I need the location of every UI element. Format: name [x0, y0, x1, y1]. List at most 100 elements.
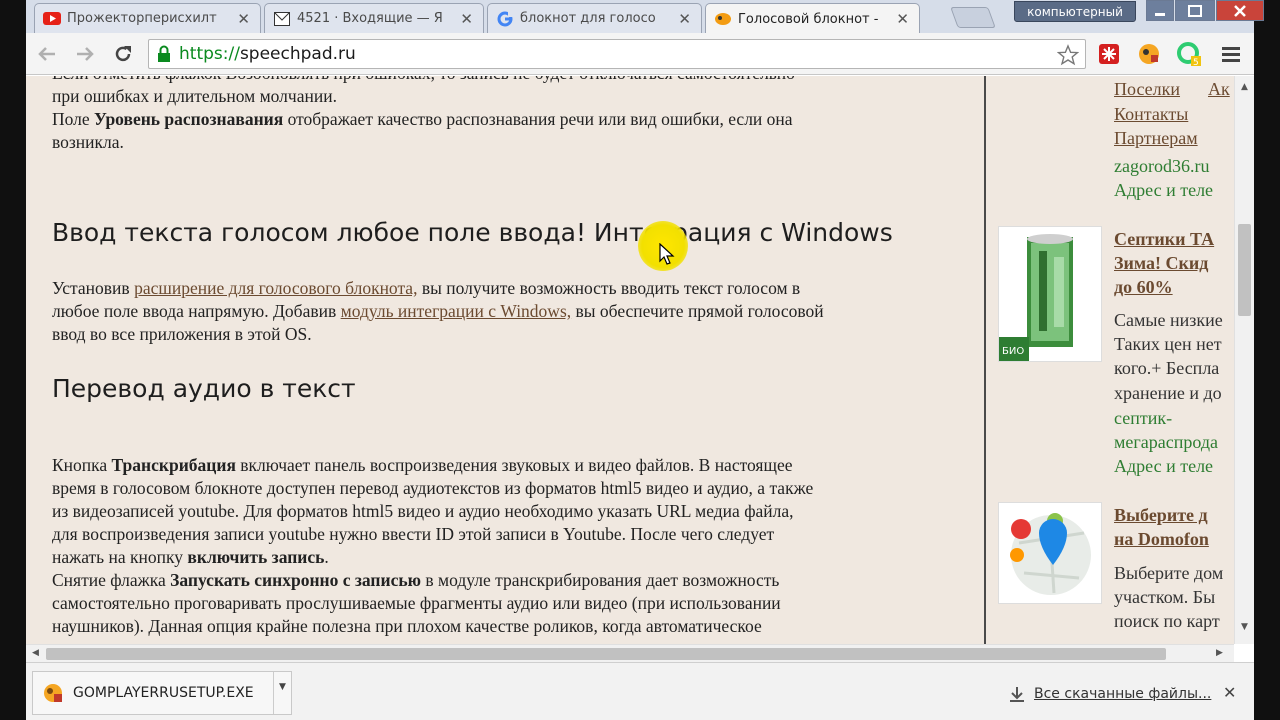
close-icon[interactable]: ✕	[896, 10, 909, 28]
text-span: Поле	[52, 109, 95, 129]
menu-icon[interactable]	[1218, 41, 1244, 67]
ad1-text: кого.+ Беспла	[1114, 358, 1220, 378]
bookmark-star-icon[interactable]	[1056, 44, 1080, 70]
bold-term: Уровень распознавания	[94, 109, 284, 129]
extension-red-puzzle-icon[interactable]	[1096, 41, 1122, 67]
ad1-title[interactable]: до 60%	[1114, 275, 1173, 299]
sidebar-link-ak[interactable]: Ак	[1208, 77, 1230, 101]
heading-integration: Ввод текста голосом любое поле ввода! Ин…	[52, 218, 893, 247]
ad1-address-link[interactable]: Адрес и теле	[1114, 454, 1213, 478]
download-arrow-icon	[1010, 687, 1024, 702]
scroll-right-icon[interactable]: ▶	[1216, 648, 1223, 658]
sidebar-link-partners[interactable]: Партнерам	[1114, 126, 1198, 150]
tab-speechpad[interactable]: Голосовой блокнот - ✕	[705, 3, 920, 34]
tab-google[interactable]: блокнот для голосо ✕	[487, 3, 702, 33]
ad1-domain[interactable]: мегараспрода	[1114, 430, 1218, 454]
bold-term: Запускать синхронно с записью	[170, 570, 421, 590]
address-bar[interactable]: https://speechpad.ru	[148, 39, 1086, 69]
map-pin-icon	[999, 503, 1101, 603]
close-icon[interactable]: ✕	[237, 10, 250, 28]
text-span: включает панель воспроизведения звуковых…	[235, 455, 793, 475]
installer-file-icon	[33, 682, 73, 704]
profile-button[interactable]: компьютерный	[1014, 1, 1136, 22]
download-file-name: GOMPLAYERRUSETUP.EXE	[73, 685, 254, 701]
text-span: вы обеспечите прямой голосовой	[571, 301, 824, 321]
mouse-cursor-icon	[659, 243, 675, 265]
ad-domain[interactable]: zagorod36.ru	[1114, 154, 1209, 178]
speechpad-icon	[714, 11, 732, 27]
reload-button[interactable]	[110, 41, 136, 67]
ad2-title[interactable]: Выберите д	[1114, 503, 1208, 527]
paragraph-transcription: Кнопка Транскрибация включает панель вос…	[52, 454, 972, 638]
mail-icon	[273, 11, 291, 27]
ad1-title[interactable]: Зима! Скид	[1114, 251, 1208, 275]
text-span: нажать на кнопку	[52, 547, 188, 567]
sidebar: Поселки Ак Контакты Партнерам zagorod36.…	[986, 76, 1238, 644]
ad1-domain[interactable]: септик-	[1114, 406, 1172, 430]
minimize-button[interactable]	[1146, 0, 1174, 21]
text-span: Снятие флажка	[52, 570, 171, 590]
ad1-text: Самые низкие	[1114, 310, 1223, 330]
vertical-scroll-thumb[interactable]	[1238, 224, 1251, 316]
download-item[interactable]: GOMPLAYERRUSETUP.EXE ▼	[32, 671, 292, 715]
ad1-title[interactable]: Септики ТА	[1114, 227, 1214, 251]
windows-module-link[interactable]: модуль интеграции с Windows,	[341, 301, 572, 321]
ad2-text: поиск по карт	[1114, 611, 1220, 631]
horizontal-scrollbar[interactable]: ◀ ▶	[26, 644, 1234, 662]
lock-icon	[149, 45, 179, 63]
scroll-up-icon[interactable]: ▲	[1241, 82, 1248, 92]
tab-title: 4521 · Входящие — Я	[297, 11, 443, 26]
text-span: .	[324, 547, 329, 567]
text-line: для воспроизведения записи youtube нужно…	[52, 524, 775, 544]
vertical-scrollbar[interactable]: ▲ ▼	[1234, 76, 1254, 644]
text-line: время в голосовом блокноте доступен пере…	[52, 478, 814, 498]
ad-image-label: БИО	[1002, 346, 1024, 357]
close-icon[interactable]: ✕	[1223, 683, 1236, 702]
paragraph-integration: Установив расширение для голосового блок…	[52, 277, 972, 346]
text-span: Кнопка	[52, 455, 112, 475]
svg-text:5: 5	[1193, 58, 1199, 67]
tab-youtube[interactable]: Прожекторперисхилт ✕	[34, 3, 261, 33]
window-close-button[interactable]	[1216, 0, 1264, 21]
text-line: возникла.	[52, 132, 124, 152]
back-button[interactable]	[34, 41, 60, 67]
download-bar: GOMPLAYERRUSETUP.EXE ▼ Все скачанные фай…	[26, 662, 1254, 720]
scroll-down-icon[interactable]: ▼	[1241, 622, 1248, 632]
septic-ad-image[interactable]: БИО	[998, 226, 1102, 362]
ad2-text: Выберите дом	[1114, 563, 1224, 583]
ad2-text: участком. Бы	[1114, 587, 1216, 607]
all-downloads-link[interactable]: Все скачанные файлы...	[1008, 685, 1211, 703]
ad2-title[interactable]: на Domofon	[1114, 527, 1209, 551]
google-icon	[496, 10, 514, 27]
sidebar-link-poselki[interactable]: Поселки	[1114, 77, 1180, 101]
reload-icon	[115, 46, 131, 62]
extension-link[interactable]: расширение для голосового блокнота,	[134, 278, 417, 298]
extension-green-g-icon[interactable]: 5	[1176, 41, 1202, 67]
text-span: в модуле транскрибирования дает возможно…	[421, 570, 780, 590]
tab-title: блокнот для голосо	[520, 11, 656, 26]
paragraph-resume: Если отметить флажок Возобновлять при ош…	[52, 76, 972, 108]
download-menu-chevron-icon[interactable]: ▼	[273, 672, 291, 714]
domofon-ad-image[interactable]	[998, 502, 1102, 604]
extension-speechpad-icon[interactable]	[1136, 41, 1162, 67]
forward-button[interactable]	[72, 41, 98, 67]
back-arrow-icon	[38, 47, 55, 61]
text-span: вы получите возможность вводить текст го…	[417, 278, 801, 298]
url-scheme: https://	[179, 44, 240, 64]
bold-term: Транскрибация	[111, 455, 236, 475]
all-downloads-label: Все скачанные файлы...	[1034, 686, 1212, 702]
tab-mail[interactable]: 4521 · Входящие — Я ✕	[264, 3, 484, 33]
new-tab-button[interactable]	[950, 7, 996, 28]
ad1-text: Таких цен нет	[1114, 334, 1222, 354]
sidebar-link-contacts[interactable]: Контакты	[1114, 102, 1188, 126]
ad-address-link[interactable]: Адрес и теле	[1114, 178, 1213, 202]
horizontal-scroll-thumb[interactable]	[46, 648, 1166, 660]
restore-button[interactable]	[1175, 0, 1215, 21]
text-span: Установив	[52, 278, 135, 298]
heading-audio-to-text: Перевод аудио в текст	[52, 374, 356, 403]
scroll-left-icon[interactable]: ◀	[32, 648, 39, 658]
ad1-text: хранение и до	[1114, 383, 1222, 403]
close-icon[interactable]: ✕	[678, 10, 691, 28]
bold-term: включить запись	[187, 547, 325, 567]
close-icon[interactable]: ✕	[460, 10, 473, 28]
